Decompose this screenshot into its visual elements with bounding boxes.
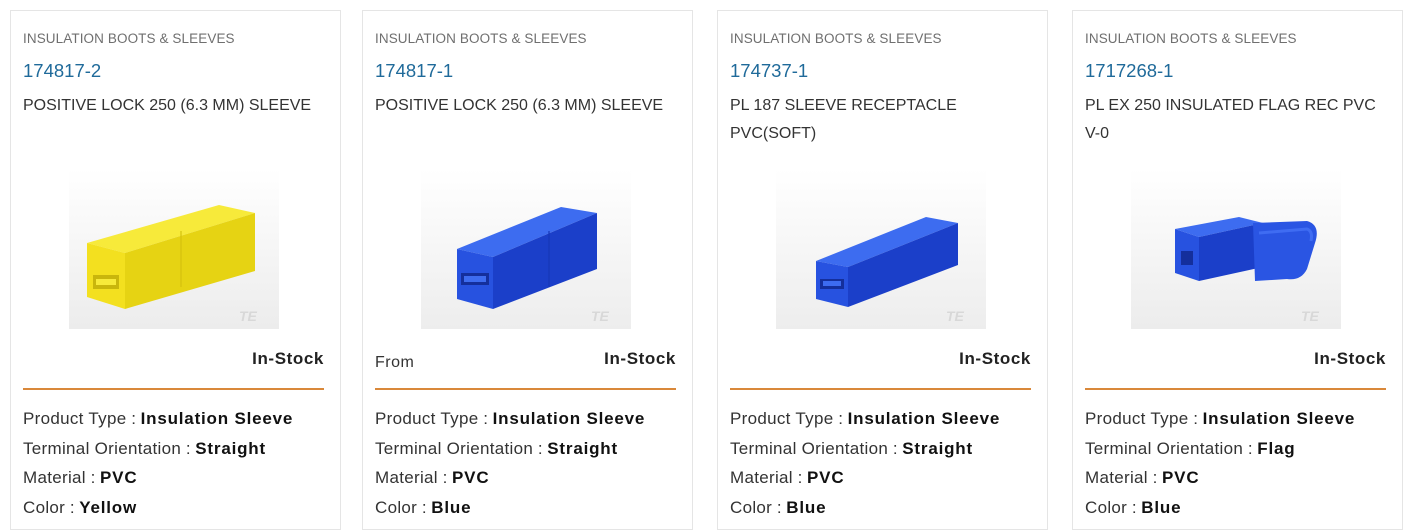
attribute-row: Color : Blue xyxy=(1085,497,1182,517)
blue-straight-sleeve-icon: TE xyxy=(775,169,986,329)
blue-straight-sleeve-icon: TE xyxy=(420,169,631,329)
product-card[interactable]: INSULATION BOOTS & SLEEVES 174817-2 POSI… xyxy=(10,10,341,530)
attribute-list: Product Type : Insulation Sleeve Termina… xyxy=(23,404,324,522)
price-from-label: From xyxy=(375,354,415,371)
te-watermark: TE xyxy=(1301,308,1320,324)
part-number-link[interactable]: 174737-1 xyxy=(730,60,808,82)
part-number-link[interactable]: 174817-1 xyxy=(375,60,453,82)
divider xyxy=(730,388,1031,390)
attribute-row: Terminal Orientation : Straight xyxy=(375,438,618,458)
attribute-row: Product Type : Insulation Sleeve xyxy=(730,409,1001,428)
stock-status: In-Stock xyxy=(959,349,1031,368)
blue-flag-sleeve-icon: TE xyxy=(1130,169,1341,329)
attribute-row: Material : PVC xyxy=(375,468,490,487)
attribute-row: Material : PVC xyxy=(1085,468,1200,487)
attribute-row: Terminal Orientation : Straight xyxy=(730,438,973,458)
te-watermark: TE xyxy=(591,308,610,324)
product-image[interactable]: TE xyxy=(68,169,279,329)
product-description: PL EX 250 INSULATED FLAG REC PVC V-0 xyxy=(1085,97,1376,142)
product-card[interactable]: INSULATION BOOTS & SLEEVES 174737-1 PL 1… xyxy=(717,10,1048,530)
divider xyxy=(23,388,324,390)
product-card[interactable]: INSULATION BOOTS & SLEEVES 1717268-1 PL … xyxy=(1072,10,1403,530)
product-image[interactable]: TE xyxy=(420,169,631,329)
product-category: INSULATION BOOTS & SLEEVES xyxy=(375,31,587,46)
attribute-row: Color : Blue xyxy=(730,497,827,517)
attribute-row: Color : Yellow xyxy=(23,497,138,517)
attribute-row: Color : Blue xyxy=(375,497,472,517)
product-image[interactable]: TE xyxy=(1130,169,1341,329)
attribute-row: Material : PVC xyxy=(23,468,138,487)
attribute-row: Product Type : Insulation Sleeve xyxy=(375,409,646,428)
attribute-row: Terminal Orientation : Flag xyxy=(1085,438,1296,458)
product-category: INSULATION BOOTS & SLEEVES xyxy=(23,31,235,46)
product-category: INSULATION BOOTS & SLEEVES xyxy=(1085,31,1297,46)
attribute-row: Terminal Orientation : Straight xyxy=(23,438,266,458)
product-description: POSITIVE LOCK 250 (6.3 MM) SLEEVE xyxy=(23,97,312,114)
stock-status: In-Stock xyxy=(604,349,676,368)
product-description: PL 187 SLEEVE RECEPTACLE PVC(SOFT) xyxy=(730,97,957,142)
stock-status: In-Stock xyxy=(252,349,324,368)
product-grid: INSULATION BOOTS & SLEEVES 174817-2 POSI… xyxy=(0,0,1426,530)
attribute-row: Product Type : Insulation Sleeve xyxy=(1085,409,1356,428)
divider xyxy=(375,388,676,390)
te-watermark: TE xyxy=(239,308,258,324)
divider xyxy=(1085,388,1386,390)
attribute-list: Product Type : Insulation Sleeve Termina… xyxy=(730,404,1031,522)
attribute-list: Product Type : Insulation Sleeve Termina… xyxy=(1085,404,1386,522)
te-watermark: TE xyxy=(946,308,965,324)
attribute-row: Material : PVC xyxy=(730,468,845,487)
attribute-row: Product Type : Insulation Sleeve xyxy=(23,409,294,428)
attribute-list: Product Type : Insulation Sleeve Termina… xyxy=(375,404,676,522)
part-number-link[interactable]: 1717268-1 xyxy=(1085,60,1173,82)
product-category: INSULATION BOOTS & SLEEVES xyxy=(730,31,942,46)
product-description: POSITIVE LOCK 250 (6.3 MM) SLEEVE xyxy=(375,97,664,114)
product-image[interactable]: TE xyxy=(775,169,986,329)
yellow-straight-sleeve-icon: TE xyxy=(68,169,279,329)
stock-status: In-Stock xyxy=(1314,349,1386,368)
product-card[interactable]: INSULATION BOOTS & SLEEVES 174817-1 POSI… xyxy=(362,10,693,530)
part-number-link[interactable]: 174817-2 xyxy=(23,60,101,82)
